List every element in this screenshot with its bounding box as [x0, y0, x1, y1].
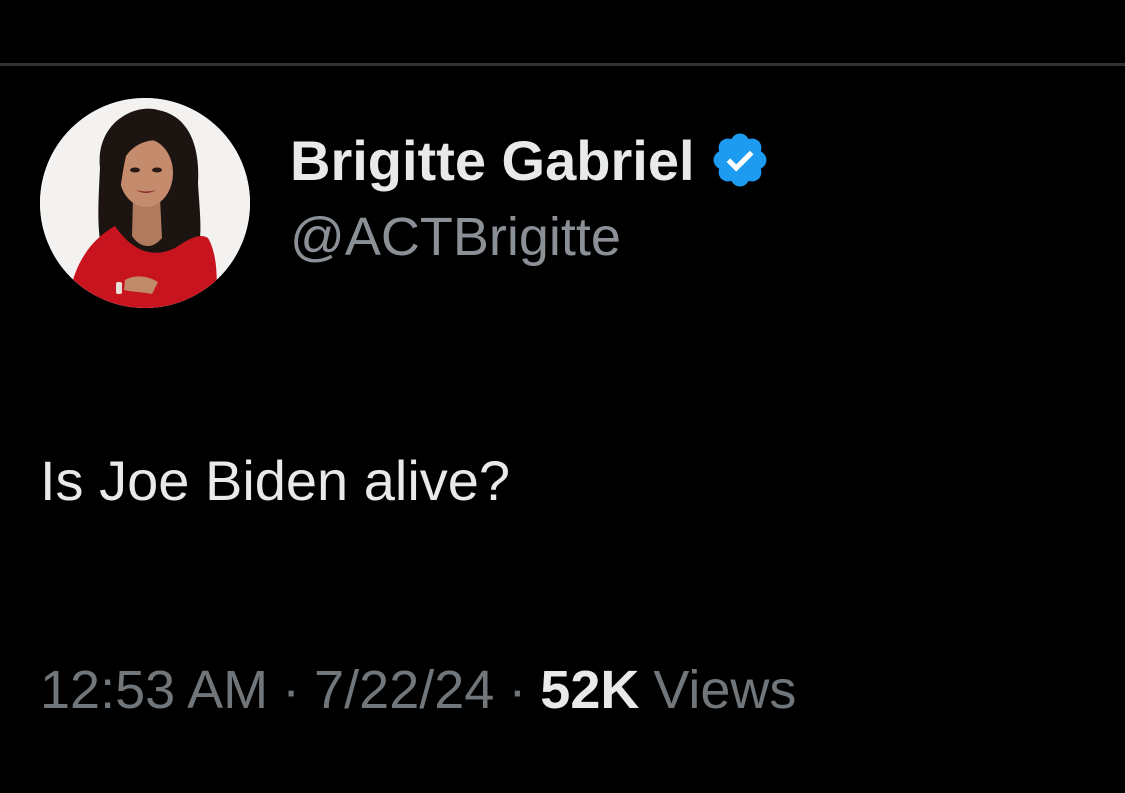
tweet-time[interactable]: 12:53 AM [40, 659, 268, 721]
views-label[interactable]: Views [653, 659, 796, 721]
name-row: Brigitte Gabriel [290, 124, 771, 196]
tweet-date[interactable]: 7/22/24 [314, 659, 494, 721]
meta-separator: · [508, 660, 527, 720]
tweet: Brigitte Gabriel @ACTBrigitte Is Joe Bid… [0, 66, 1125, 793]
verified-badge-icon[interactable] [709, 129, 771, 191]
views-count[interactable]: 52K [540, 659, 639, 721]
user-handle[interactable]: @ACTBrigitte [290, 206, 771, 268]
avatar-image [40, 98, 250, 308]
author-info: Brigitte Gabriel @ACTBrigitte [290, 124, 771, 268]
tweet-text: Is Joe Biden alive? [40, 449, 511, 512]
meta-separator: · [282, 660, 301, 720]
display-name[interactable]: Brigitte Gabriel [290, 128, 695, 193]
tweet-metadata: 12:53 AM · 7/22/24 · 52K Views [40, 659, 796, 721]
avatar[interactable] [40, 98, 250, 308]
